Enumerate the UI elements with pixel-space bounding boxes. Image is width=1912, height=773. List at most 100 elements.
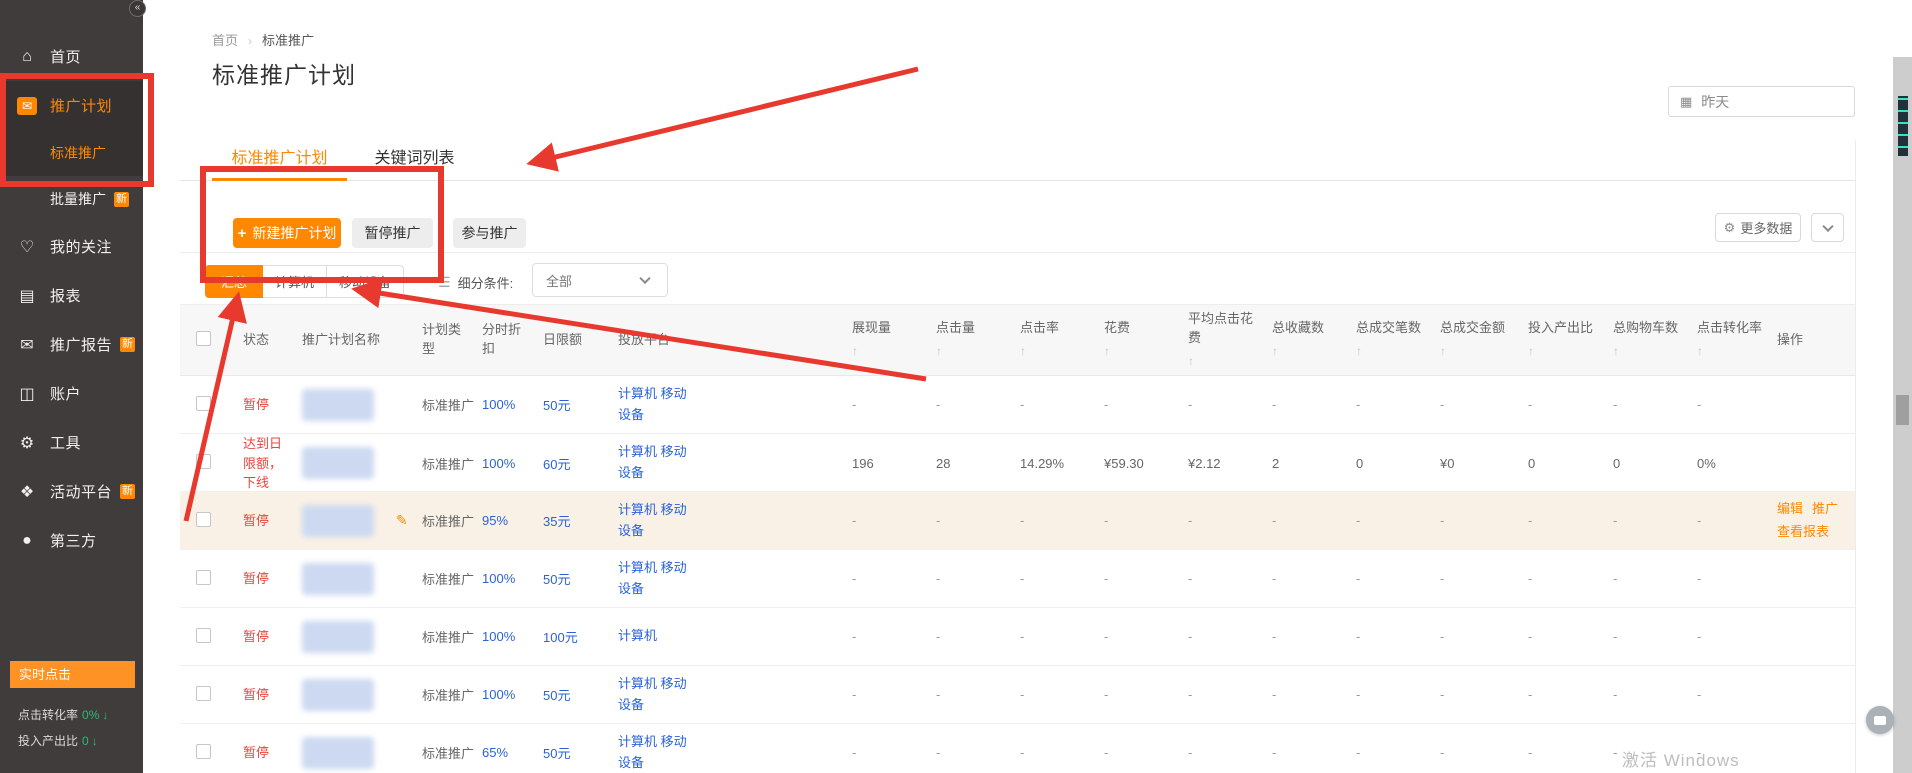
device-tab-0[interactable]: 汇总: [205, 265, 263, 298]
platform-cell: 计算机: [618, 626, 852, 647]
more-data-button[interactable]: ⚙ 更多数据: [1715, 213, 1801, 242]
column-header-2: 计划类型: [422, 321, 482, 359]
column-header-3: 分时折扣: [482, 321, 543, 359]
sidebar-item-tools[interactable]: ⚙工具: [0, 418, 143, 467]
discount-link[interactable]: 100%: [482, 629, 515, 644]
sidebar-item-my-follow[interactable]: ♡我的关注: [0, 222, 143, 271]
device-tab-2[interactable]: 移动设备: [327, 265, 404, 298]
tab-standard-plans[interactable]: 标准推广计划: [212, 146, 347, 178]
action-link-1[interactable]: 推广: [1812, 501, 1838, 516]
daily-limit-link[interactable]: 50元: [543, 746, 570, 761]
sidebar-item-third-party[interactable]: ●第三方: [0, 516, 143, 565]
platform-link[interactable]: 计算机 移动设备: [618, 442, 698, 484]
row-checkbox[interactable]: [196, 744, 211, 759]
row-checkbox[interactable]: [196, 628, 211, 643]
blurred-plan-name: [302, 621, 374, 653]
pause-promotion-button[interactable]: 暂停推广: [352, 218, 433, 248]
metric-cell-7: -: [1440, 513, 1528, 528]
discount-link[interactable]: 65%: [482, 745, 508, 760]
segment-filter-select[interactable]: 全部: [532, 263, 668, 297]
row-checkbox[interactable]: [196, 686, 211, 701]
column-header-label: 状态: [243, 331, 269, 350]
discount-cell: 100%: [482, 687, 543, 702]
device-tab-1[interactable]: 计算机: [263, 265, 327, 298]
sidebar-item-reports[interactable]: ▤报表: [0, 271, 143, 320]
edit-pencil-icon[interactable]: ✎: [396, 512, 408, 529]
plan-type-cell: 标准推广: [422, 627, 482, 646]
sort-asc-icon[interactable]: ↑: [1697, 343, 1703, 360]
sidebar-item-promo-report[interactable]: ✉推广报告新: [0, 320, 143, 369]
daily-limit-link[interactable]: 100元: [543, 630, 578, 645]
metric-cell-6: -: [1356, 629, 1440, 644]
sort-asc-icon[interactable]: ↑: [1272, 343, 1278, 360]
column-header-1: 推广计划名称: [290, 331, 422, 350]
sort-asc-icon[interactable]: ↑: [1528, 343, 1534, 360]
column-header-label: 投放平台: [618, 331, 670, 350]
table-row: 暂停✎标准推广95%35元计算机 移动设备-----------编辑推广查看报表: [180, 492, 1855, 550]
metric-cell-0: -: [852, 687, 936, 702]
sort-asc-icon[interactable]: ↑: [936, 343, 942, 360]
sidebar-subitem-standard-promo[interactable]: 标准推广: [0, 130, 143, 176]
metric-cell-4: -: [1188, 745, 1272, 760]
tab-keyword-list[interactable]: 关键词列表: [367, 146, 462, 178]
sidebar-subitem-label: 标准推广: [50, 143, 106, 163]
sidebar-subitem-batch-promo[interactable]: 批量推广新: [0, 176, 143, 222]
sidebar-item-account[interactable]: ◫账户: [0, 369, 143, 418]
metric-cell-6: 0: [1356, 456, 1440, 471]
sidebar-item-promotion-plan[interactable]: ✉推广计划: [0, 81, 143, 130]
sort-asc-icon[interactable]: ↑: [1188, 353, 1194, 370]
row-checkbox-cell: [180, 628, 230, 646]
discount-link[interactable]: 100%: [482, 687, 515, 702]
sort-asc-icon[interactable]: ↑: [1356, 343, 1362, 360]
sort-asc-icon[interactable]: ↑: [1104, 343, 1110, 360]
daily-limit-link[interactable]: 60元: [543, 457, 570, 472]
metric-cell-0: -: [852, 629, 936, 644]
new-plan-button[interactable]: + 新建推广计划: [233, 218, 341, 248]
metric-cell-4: -: [1188, 687, 1272, 702]
platform-link[interactable]: 计算机: [618, 626, 698, 647]
discount-link[interactable]: 95%: [482, 513, 508, 528]
chevron-down-icon: [639, 273, 650, 284]
sort-asc-icon[interactable]: ↑: [1440, 343, 1446, 360]
chat-widget-button[interactable]: [1866, 706, 1894, 734]
select-all-checkbox[interactable]: [196, 331, 211, 346]
platform-link[interactable]: 计算机 移动设备: [618, 674, 698, 716]
platform-link[interactable]: 计算机 移动设备: [618, 558, 698, 600]
breadcrumb-home[interactable]: 首页: [212, 33, 238, 48]
sidebar-collapse-button[interactable]: «: [129, 0, 146, 17]
expand-toolbar-button[interactable]: [1811, 213, 1844, 242]
toolbar: + 新建推广计划 暂停推广 参与推广 ⚙ 更多数据: [180, 181, 1855, 253]
join-promotion-button[interactable]: 参与推广: [453, 218, 526, 248]
daily-limit-link[interactable]: 35元: [543, 514, 570, 529]
row-checkbox[interactable]: [196, 454, 211, 469]
sort-asc-icon[interactable]: ↑: [1020, 343, 1026, 360]
platform-link[interactable]: 计算机 移动设备: [618, 732, 698, 773]
sidebar-item-label: 活动平台: [50, 481, 112, 502]
row-checkbox[interactable]: [196, 396, 211, 411]
daily-limit-link[interactable]: 50元: [543, 398, 570, 413]
sidebar-item-activity-platform[interactable]: ❖活动平台新: [0, 467, 143, 516]
browser-extension-tab[interactable]: [1894, 88, 1912, 164]
row-checkbox[interactable]: [196, 512, 211, 527]
discount-link[interactable]: 100%: [482, 456, 515, 471]
platform-link[interactable]: 计算机 移动设备: [618, 384, 698, 426]
sidebar-item-home[interactable]: ⌂首页: [0, 32, 143, 81]
daily-limit-cell: 50元: [543, 685, 618, 704]
daily-limit-link[interactable]: 50元: [543, 688, 570, 703]
platform-link[interactable]: 计算机 移动设备: [618, 500, 698, 542]
header-checkbox-cell: [180, 331, 230, 349]
blurred-plan-name: [302, 737, 374, 769]
windows-activation-watermark: 激活 Windows: [1622, 746, 1740, 771]
discount-link[interactable]: 100%: [482, 397, 515, 412]
sort-asc-icon[interactable]: ↑: [852, 343, 858, 360]
action-link-0[interactable]: 编辑: [1777, 501, 1803, 516]
action-link-2[interactable]: 查看报表: [1777, 524, 1829, 539]
sort-asc-icon[interactable]: ↑: [1613, 343, 1619, 360]
status-cell: 达到日限额，下线: [230, 434, 290, 493]
date-range-picker[interactable]: ▦ 昨天: [1668, 86, 1855, 117]
row-checkbox[interactable]: [196, 570, 211, 585]
scrollbar-thumb[interactable]: [1896, 395, 1909, 425]
discount-link[interactable]: 100%: [482, 571, 515, 586]
daily-limit-link[interactable]: 50元: [543, 572, 570, 587]
metric-cell-8: -: [1528, 687, 1613, 702]
